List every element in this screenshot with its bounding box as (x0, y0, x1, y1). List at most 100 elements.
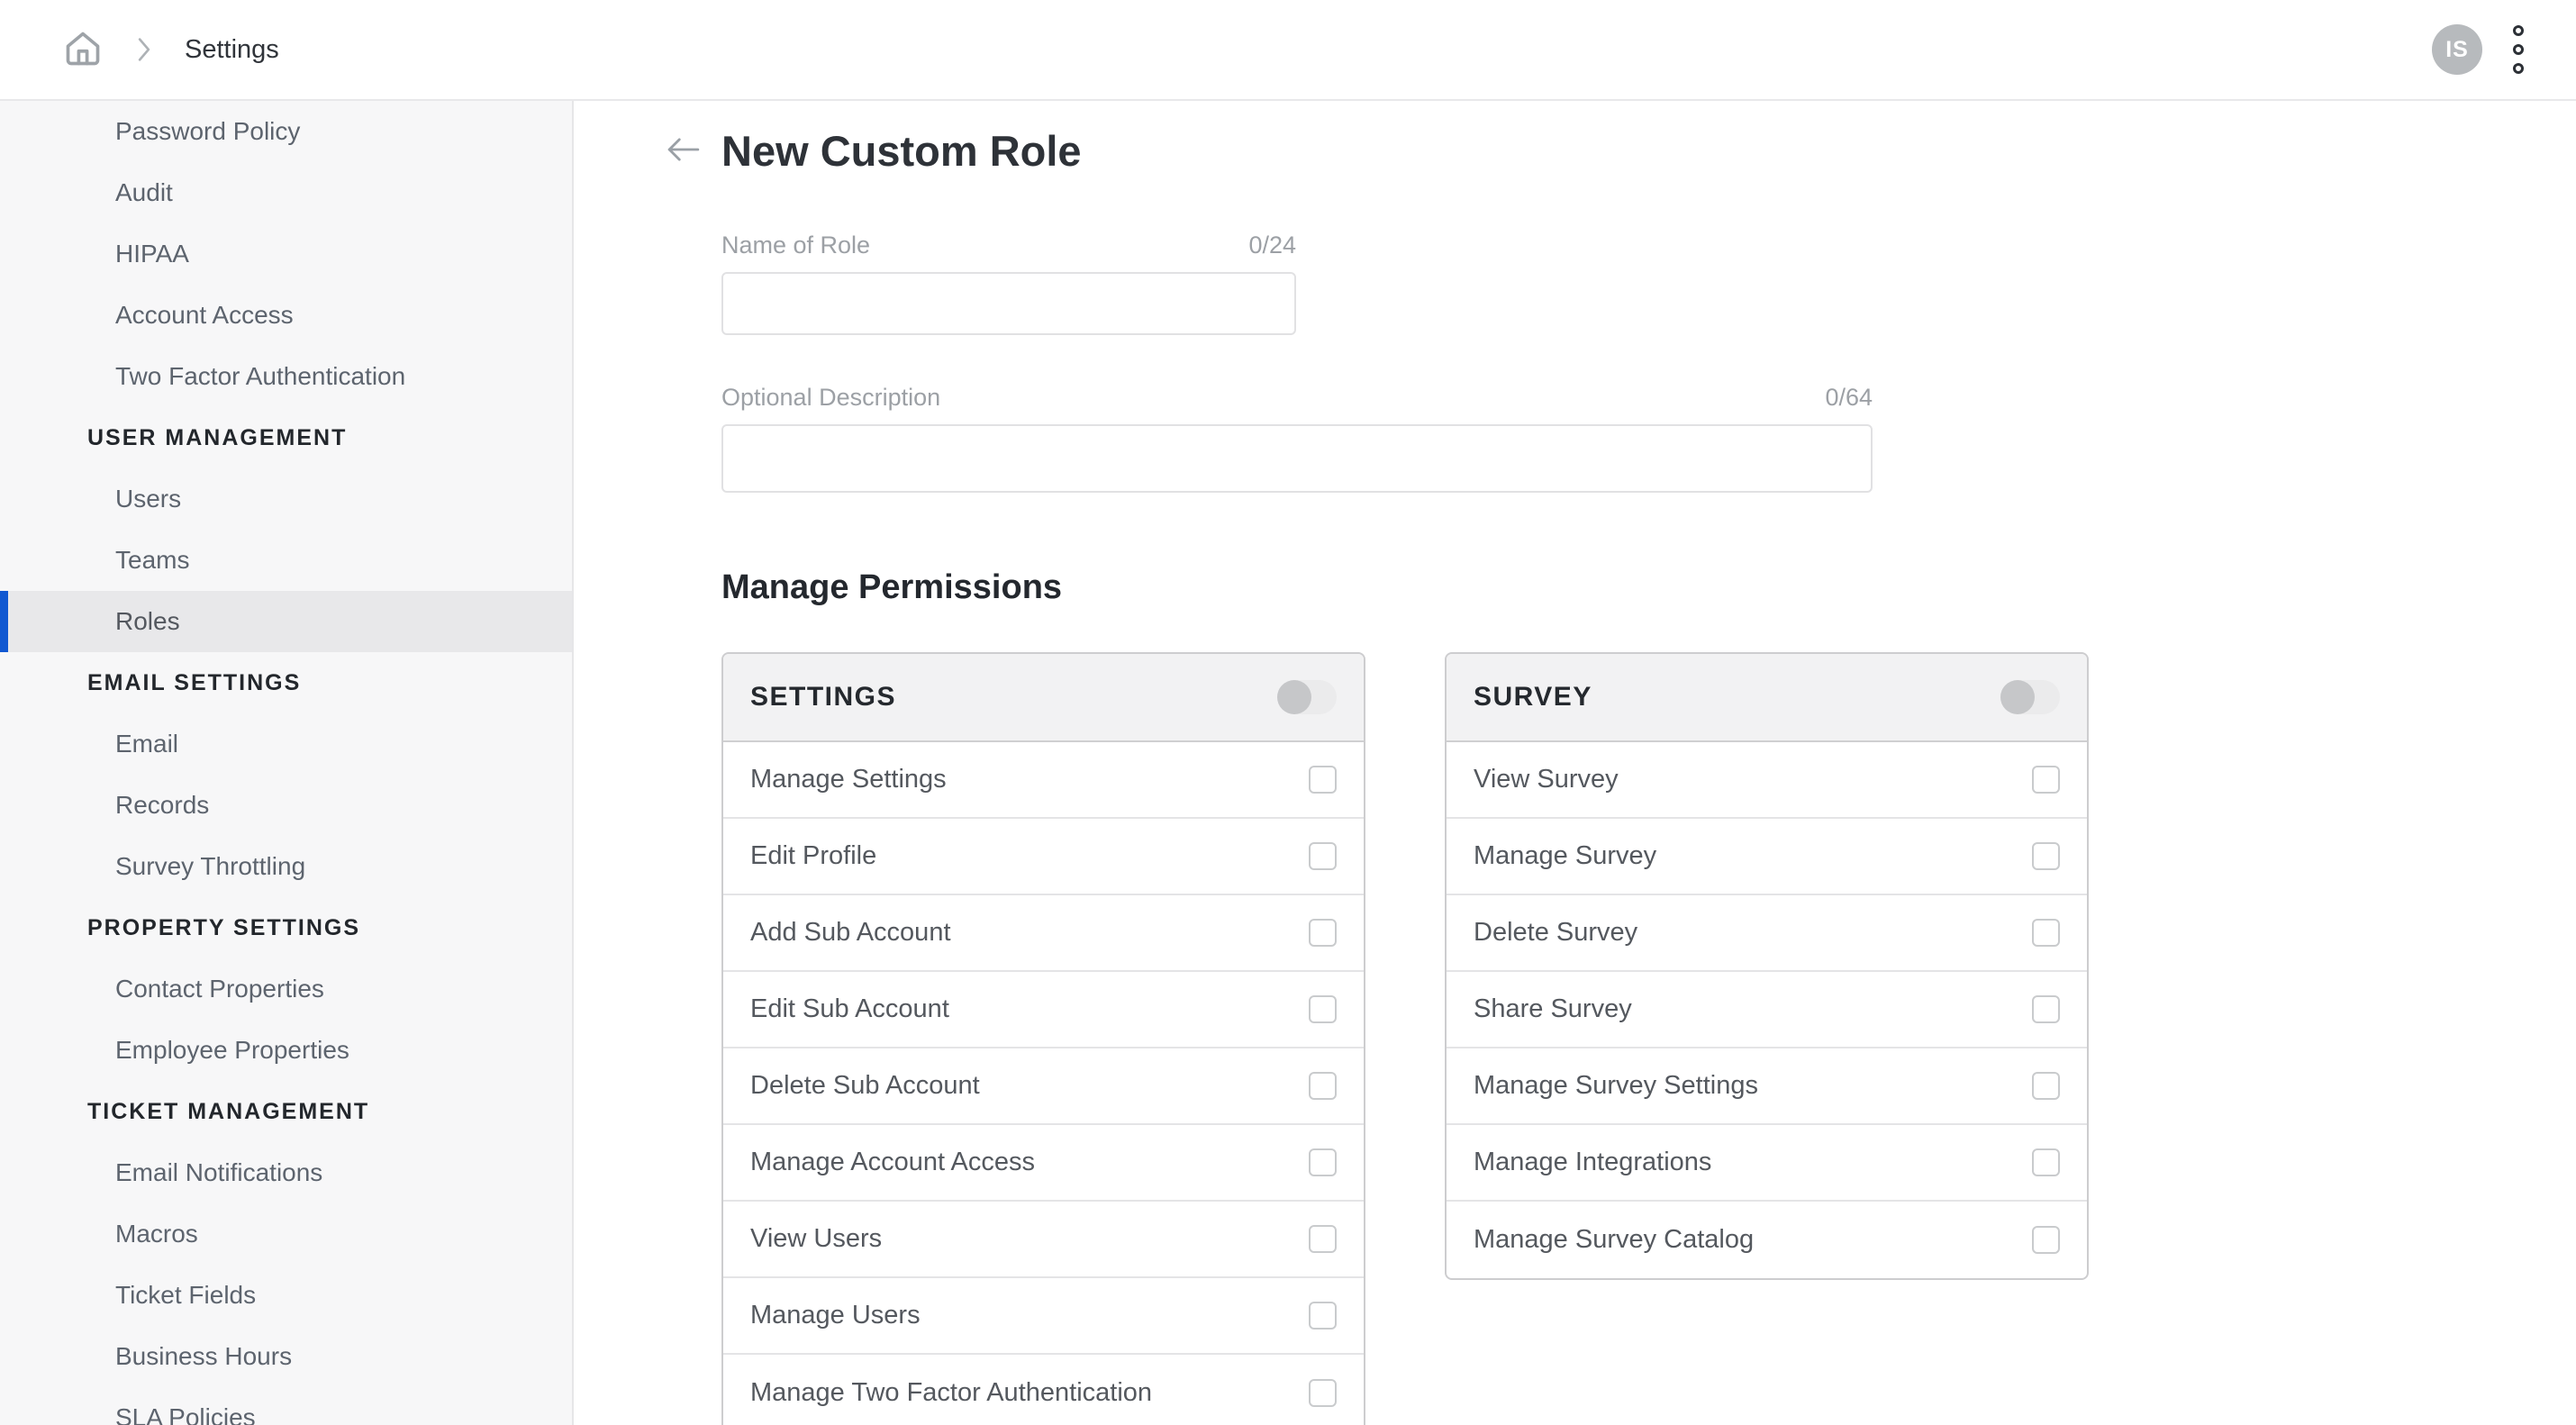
view-survey-checkbox[interactable] (2032, 766, 2060, 794)
sidebar-section-ticket-management: TICKET MANAGEMENT (0, 1081, 572, 1142)
sidebar-item-ticket-fields[interactable]: Ticket Fields (0, 1265, 572, 1326)
card-title-settings: SETTINGS (750, 682, 896, 712)
top-bar: Settings IS (0, 0, 2576, 101)
edit-sub-account-checkbox[interactable] (1309, 995, 1337, 1023)
permission-row-manage-survey-settings: Manage Survey Settings (1447, 1048, 2087, 1125)
sidebar-section-user-management: USER MANAGEMENT (0, 407, 572, 468)
add-sub-account-checkbox[interactable] (1309, 919, 1337, 947)
topbar-right: IS (2432, 20, 2529, 79)
permission-row-manage-survey-catalog: Manage Survey Catalog (1447, 1202, 2087, 1278)
view-users-checkbox[interactable] (1309, 1225, 1337, 1253)
card-header-survey: SURVEY (1447, 654, 2087, 742)
share-survey-checkbox[interactable] (2032, 995, 2060, 1023)
permission-cards: SETTINGS Manage Settings Edit Profile Add S… (721, 652, 2576, 1425)
sidebar-item-teams[interactable]: Teams (0, 530, 572, 591)
manage-two-factor-authentication-checkbox[interactable] (1309, 1379, 1337, 1407)
permission-label: View Survey (1474, 765, 1619, 794)
card-title-survey: SURVEY (1474, 682, 1592, 712)
optional-description-label: Optional Description (721, 384, 940, 412)
sidebar-item-macros[interactable]: Macros (0, 1203, 572, 1265)
permission-label: Edit Sub Account (750, 994, 949, 1024)
toggle-knob (2000, 680, 2035, 714)
permission-row-manage-settings: Manage Settings (723, 742, 1364, 819)
permission-label: Manage Survey Settings (1474, 1071, 1758, 1101)
sidebar-item-sla-policies[interactable]: SLA Policies (0, 1387, 572, 1425)
permission-card-survey: SURVEY View Survey Manage Survey Delete Sur… (1445, 652, 2089, 1280)
manage-survey-settings-checkbox[interactable] (2032, 1072, 2060, 1100)
edit-profile-checkbox[interactable] (1309, 842, 1337, 870)
main-content: New Custom Role Name of Role 0/24 Option… (574, 101, 2576, 1425)
manage-survey-catalog-checkbox[interactable] (2032, 1226, 2060, 1254)
permission-label: Edit Profile (750, 841, 876, 871)
avatar[interactable]: IS (2432, 24, 2482, 75)
permission-row-manage-account-access: Manage Account Access (723, 1125, 1364, 1202)
sidebar-item-two-factor-authentication[interactable]: Two Factor Authentication (0, 346, 572, 407)
manage-integrations-checkbox[interactable] (2032, 1148, 2060, 1176)
settings-sidebar: Password PolicyAuditHIPAAAccount AccessT… (0, 101, 574, 1425)
permission-row-delete-survey: Delete Survey (1447, 895, 2087, 972)
permission-label: Manage Integrations (1474, 1148, 1711, 1177)
sidebar-item-email-notifications[interactable]: Email Notifications (0, 1142, 572, 1203)
sidebar-item-contact-properties[interactable]: Contact Properties (0, 958, 572, 1020)
permission-label: Add Sub Account (750, 918, 951, 948)
optional-description-input[interactable] (721, 424, 1873, 493)
sidebar-item-hipaa[interactable]: HIPAA (0, 223, 572, 285)
sidebar-item-employee-properties[interactable]: Employee Properties (0, 1020, 572, 1081)
permission-row-view-users: View Users (723, 1202, 1364, 1278)
sidebar-item-records[interactable]: Records (0, 775, 572, 836)
sidebar-item-account-access[interactable]: Account Access (0, 285, 572, 346)
delete-sub-account-checkbox[interactable] (1309, 1072, 1337, 1100)
kebab-dot (2513, 44, 2524, 55)
home-icon (63, 28, 103, 72)
breadcrumb: Settings (62, 28, 279, 71)
permission-label: Manage Two Factor Authentication (750, 1378, 1152, 1408)
sidebar-section-property-settings: PROPERTY SETTINGS (0, 897, 572, 958)
permission-row-manage-survey: Manage Survey (1447, 819, 2087, 895)
settings-toggle[interactable] (1277, 680, 1337, 714)
permission-label: Manage Account Access (750, 1148, 1035, 1177)
back-button[interactable] (666, 133, 702, 169)
manage-users-checkbox[interactable] (1309, 1302, 1337, 1330)
permission-label: Delete Sub Account (750, 1071, 980, 1101)
permission-row-edit-profile: Edit Profile (723, 819, 1364, 895)
sidebar-item-password-policy[interactable]: Password Policy (0, 101, 572, 162)
permission-label: View Users (750, 1224, 882, 1254)
sidebar-item-audit[interactable]: Audit (0, 162, 572, 223)
permission-row-manage-two-factor-authentication: Manage Two Factor Authentication (723, 1355, 1364, 1425)
sidebar-section-email-settings: EMAIL SETTINGS (0, 652, 572, 713)
kebab-menu-icon[interactable] (2508, 20, 2529, 79)
permission-row-view-survey: View Survey (1447, 742, 2087, 819)
chevron-right-icon (134, 38, 154, 61)
description-counter: 0/64 (1825, 384, 1873, 412)
survey-toggle[interactable] (2000, 680, 2060, 714)
sidebar-item-users[interactable]: Users (0, 468, 572, 530)
sidebar-item-email[interactable]: Email (0, 713, 572, 775)
home-button[interactable] (62, 28, 104, 71)
permission-label: Share Survey (1474, 994, 1632, 1024)
card-header-settings: SETTINGS (723, 654, 1364, 742)
sidebar-nav-list: Password PolicyAuditHIPAAAccount AccessT… (0, 101, 572, 1425)
permission-row-share-survey: Share Survey (1447, 972, 2087, 1048)
permission-label: Manage Users (750, 1301, 921, 1330)
permission-label: Manage Survey (1474, 841, 1656, 871)
name-counter: 0/24 (1248, 231, 1296, 259)
sidebar-item-roles[interactable]: Roles (0, 591, 572, 652)
name-of-role-label: Name of Role (721, 231, 870, 259)
manage-survey-checkbox[interactable] (2032, 842, 2060, 870)
breadcrumb-current: Settings (185, 35, 279, 65)
delete-survey-checkbox[interactable] (2032, 919, 2060, 947)
arrow-left-icon (667, 136, 701, 166)
sidebar-item-business-hours[interactable]: Business Hours (0, 1326, 572, 1387)
toggle-knob (1277, 680, 1311, 714)
kebab-dot (2513, 63, 2524, 74)
permission-label: Manage Settings (750, 765, 947, 794)
permission-row-add-sub-account: Add Sub Account (723, 895, 1364, 972)
manage-settings-checkbox[interactable] (1309, 766, 1337, 794)
page-title: New Custom Role (721, 126, 1082, 176)
sidebar-item-survey-throttling[interactable]: Survey Throttling (0, 836, 572, 897)
name-of-role-input[interactable] (721, 272, 1296, 335)
permission-row-manage-users: Manage Users (723, 1278, 1364, 1355)
kebab-dot (2513, 25, 2524, 36)
permission-label: Manage Survey Catalog (1474, 1225, 1754, 1255)
manage-account-access-checkbox[interactable] (1309, 1148, 1337, 1176)
